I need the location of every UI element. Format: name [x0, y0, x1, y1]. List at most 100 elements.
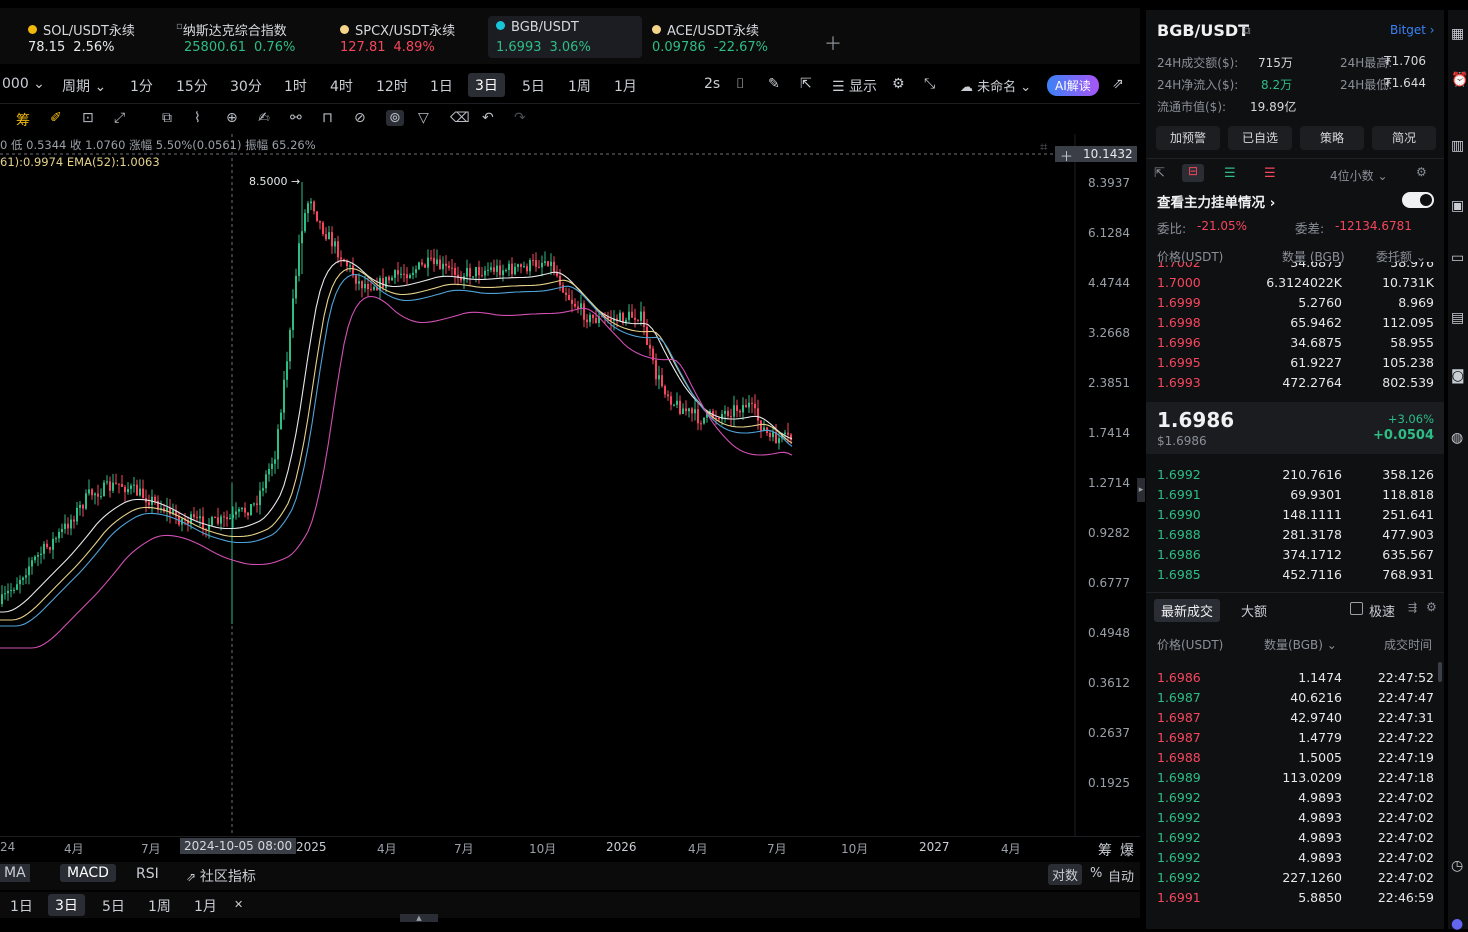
book-mode-asks-icon[interactable]: ☰ — [1264, 166, 1276, 181]
macd-indicator[interactable]: MACD — [60, 864, 116, 882]
ma-indicator[interactable]: MA — [0, 864, 30, 882]
book-mode-split-icon[interactable]: ⊟ — [1182, 164, 1204, 182]
link-icon[interactable]: ⚯ — [290, 110, 302, 126]
time-axis[interactable]: 24 4月 7月 2024-10-05 08:00 2025 4月 7月 10月… — [0, 836, 1140, 860]
filter-icon[interactable]: ⇶ — [1408, 601, 1417, 614]
exchange-link[interactable]: Bitget › — [1390, 23, 1435, 37]
help-icon[interactable]: ● — [1451, 916, 1463, 932]
fullscreen-icon[interactable]: ⤡ — [924, 76, 935, 92]
tf-15m[interactable]: 15分 — [176, 76, 208, 96]
book-settings-icon[interactable]: ⚙ — [1416, 165, 1427, 179]
rsi-indicator[interactable]: RSI — [136, 866, 159, 882]
chips-toggle[interactable]: 筹 — [1098, 840, 1112, 860]
watchlist-button[interactable]: 已自选 — [1228, 126, 1292, 150]
strategy-button[interactable]: 策略 — [1300, 126, 1364, 150]
tf-1h[interactable]: 1时 — [284, 76, 307, 96]
bid-row[interactable]: 1.6991 69.9301 118.818 — [1146, 484, 1444, 504]
copy-icon[interactable]: ⧉ — [1242, 23, 1251, 38]
period-dropdown[interactable]: 周期 ⌄ — [62, 76, 106, 96]
lock-icon[interactable]: ⊓ — [322, 110, 333, 126]
chips-icon[interactable]: 筹 — [16, 110, 30, 130]
globe-icon[interactable]: ◍ — [1451, 430, 1463, 446]
candlestick-chart[interactable]: 0 低 0.5344 收 1.0760 涨幅 5.50%(0.0561) 振幅 … — [0, 134, 1140, 838]
tab-ace[interactable]: ACE/USDT永续 0.09786 -22.67% — [652, 16, 802, 58]
bars-icon[interactable]: ▥ — [1451, 138, 1464, 154]
quick-tf-5d[interactable]: 5日 — [102, 896, 125, 916]
trades-header-qty[interactable]: 数量(BGB) ⌄ — [1264, 636, 1337, 653]
book-mode-bids-icon[interactable]: ☰ — [1224, 166, 1236, 181]
tf-4h[interactable]: 4时 — [330, 76, 353, 96]
tf-30m[interactable]: 30分 — [230, 76, 262, 96]
refresh-interval[interactable]: 2s — [704, 76, 720, 92]
monitor-icon[interactable]: ▭ — [1451, 250, 1464, 266]
ask-row[interactable]: 1.6996 34.6875 58.955 — [1146, 332, 1444, 352]
book-mode-both-icon[interactable]: ⇱ — [1154, 166, 1165, 181]
bid-row[interactable]: 1.6985 452.7116 768.931 — [1146, 564, 1444, 584]
ask-row[interactable]: 1.6999 5.2760 8.969 — [1146, 292, 1444, 312]
clock-icon[interactable]: ◷ — [1451, 858, 1463, 874]
fast-mode-checkbox[interactable] — [1350, 602, 1363, 615]
display-menu[interactable]: ☰ 显示 — [832, 76, 877, 96]
ask-row[interactable]: 1.6998 65.9462 112.095 — [1146, 312, 1444, 332]
tab-sol[interactable]: SOL/USDT永续 78.15 2.56% — [28, 16, 168, 58]
tab-latest-trades[interactable]: 最新成交 — [1154, 599, 1221, 622]
close-icon[interactable]: ✕ — [234, 898, 243, 911]
zoom-icon[interactable]: ⊕ — [226, 110, 238, 126]
magnet-icon[interactable]: ⊚ — [386, 110, 404, 126]
trades-scrollbar[interactable] — [1438, 662, 1442, 682]
grid-icon[interactable]: ▦ — [1451, 26, 1464, 42]
auto-scale-toggle[interactable]: 自动 — [1108, 866, 1134, 885]
bid-row[interactable]: 1.6986 374.1712 635.567 — [1146, 544, 1444, 564]
chat-icon[interactable]: ◙ — [1451, 368, 1465, 384]
settings-icon[interactable]: ⚙ — [892, 76, 905, 92]
bid-row[interactable]: 1.6988 281.3178 477.903 — [1146, 524, 1444, 544]
decimals-dropdown[interactable]: 4位小数 ⌄ — [1330, 167, 1388, 184]
trend-tool-icon[interactable]: ⤢ — [114, 110, 125, 126]
bid-row[interactable]: 1.6992 210.7616 358.126 — [1146, 464, 1444, 484]
quick-tf-3d[interactable]: 3日 — [48, 894, 85, 916]
tab-bgb[interactable]: BGB/USDT 1.6993 3.06% — [488, 16, 642, 58]
tf-12h[interactable]: 12时 — [376, 76, 408, 96]
add-tab-icon[interactable]: ＋ — [824, 30, 842, 56]
quick-tf-1w[interactable]: 1周 — [148, 896, 171, 916]
tf-1d[interactable]: 1日 — [430, 76, 453, 96]
tf-1w[interactable]: 1周 — [568, 76, 591, 96]
brush-icon[interactable]: ✍ — [258, 110, 270, 126]
whale-orders-link[interactable]: 查看主力挂单情况 › — [1157, 191, 1275, 211]
ai-analysis-button[interactable]: AI解读 — [1047, 75, 1099, 96]
ask-row[interactable]: 1.7002 34.6875 58.976 — [1146, 262, 1444, 272]
tf-1mo[interactable]: 1月 — [614, 76, 637, 96]
camera-icon[interactable]: ⌷ — [736, 76, 744, 92]
briefcase-icon[interactable]: ▣ — [1451, 198, 1464, 214]
undo-icon[interactable]: ↶ — [482, 110, 494, 126]
quick-tf-1mo[interactable]: 1月 — [194, 896, 217, 916]
marker-icon[interactable]: ✐ — [50, 110, 62, 126]
copy-icon[interactable]: ⧉ — [162, 110, 172, 126]
bottom-panel-handle[interactable]: ▲ — [400, 914, 438, 922]
percent-scale-toggle[interactable]: % — [1090, 866, 1102, 881]
redo-icon[interactable]: ↷ — [514, 110, 526, 126]
whale-orders-toggle[interactable] — [1402, 192, 1434, 208]
tf-3d[interactable]: 3日 — [468, 73, 505, 97]
layout-dropdown[interactable]: ☁ 未命名 ⌄ — [960, 76, 1031, 95]
alert-button[interactable]: 加预警 — [1156, 126, 1220, 150]
share-icon[interactable]: ⇗ — [1112, 76, 1124, 92]
indicator-dropdown[interactable]: 000 ⌄ — [2, 76, 45, 92]
liquidation-toggle[interactable]: 爆 — [1120, 840, 1134, 860]
tab-large-trades[interactable]: 大额 — [1241, 601, 1267, 620]
tf-5d[interactable]: 5日 — [522, 76, 545, 96]
ask-row[interactable]: 1.6995 61.9227 105.238 — [1146, 352, 1444, 372]
trash-icon[interactable]: ⌫ — [450, 110, 470, 126]
tf-1m[interactable]: 1分 — [130, 76, 153, 96]
bid-row[interactable]: 1.6990 148.1111 251.641 — [1146, 504, 1444, 524]
price-chart-svg[interactable] — [0, 134, 1140, 836]
trades-settings-icon[interactable]: ⚙ — [1426, 600, 1437, 614]
tab-nasdaq[interactable]: ▫纳斯达克综合指数 25800.61 0.76% — [176, 16, 326, 58]
pencil-icon[interactable]: ✎ — [768, 76, 780, 92]
quick-tf-1d[interactable]: 1日 — [10, 896, 33, 916]
log-scale-toggle[interactable]: 对数 — [1048, 864, 1083, 885]
filter-icon[interactable]: ▽ — [418, 110, 429, 126]
hide-icon[interactable]: ⊘ — [354, 110, 366, 126]
calendar-icon[interactable]: ▤ — [1451, 310, 1464, 326]
ruler-icon[interactable]: ⌇ — [194, 110, 201, 126]
